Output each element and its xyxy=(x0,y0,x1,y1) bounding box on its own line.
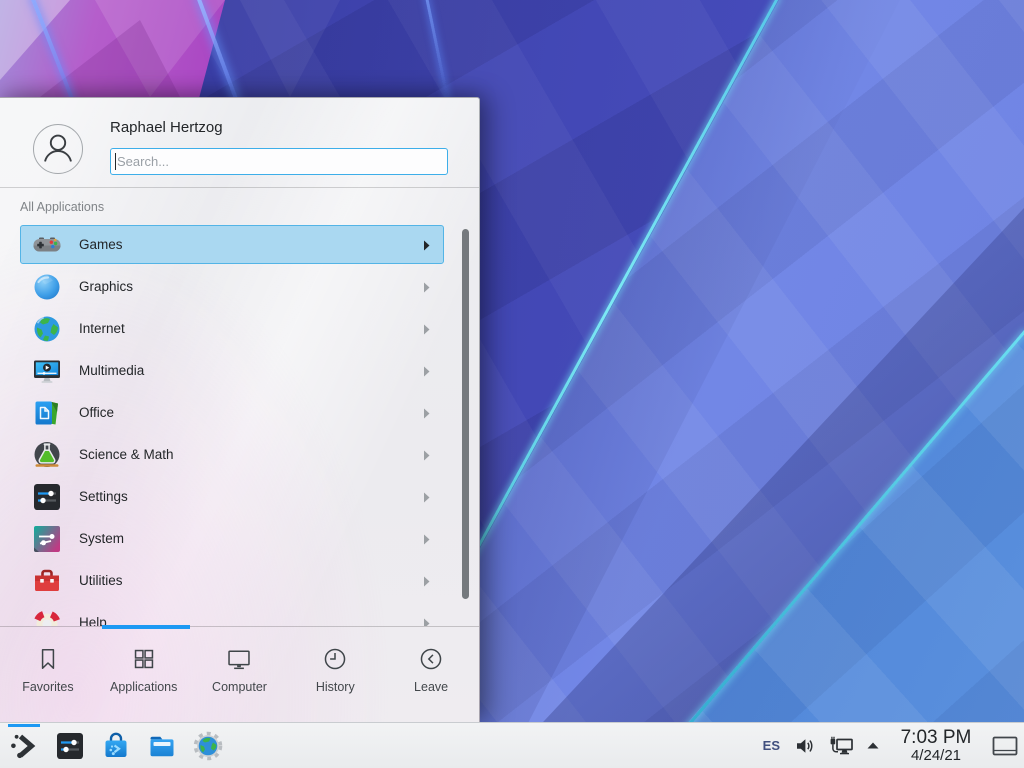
tab-label: Computer xyxy=(192,680,288,694)
graphics-ball-icon xyxy=(31,271,63,303)
submenu-arrow-icon xyxy=(423,576,430,587)
office-document-icon xyxy=(31,397,63,429)
submenu-arrow-icon xyxy=(423,366,430,377)
menu-item-multimedia[interactable]: Multimedia xyxy=(20,351,444,390)
menu-item-graphics[interactable]: Graphics xyxy=(20,267,444,306)
digital-clock[interactable]: 7:03 PM 4/24/21 xyxy=(892,727,980,764)
header-separator xyxy=(0,187,479,188)
menu-item-label: Settings xyxy=(79,478,128,515)
kickoff-tabbar: Favorites Applications C xyxy=(0,629,479,722)
keyboard-layout-indicator[interactable]: ES xyxy=(763,738,780,753)
application-category-list: Games Graphics xyxy=(0,219,479,626)
menu-item-internet[interactable]: Internet xyxy=(20,309,444,348)
search-input[interactable] xyxy=(110,148,448,175)
menu-item-system[interactable]: System xyxy=(20,519,444,558)
discover-icon xyxy=(100,730,132,762)
web-browser-button[interactable] xyxy=(192,730,224,762)
bookmark-icon xyxy=(35,646,61,672)
submenu-arrow-icon xyxy=(423,408,430,419)
menu-item-label: Internet xyxy=(79,310,125,347)
submenu-arrow-icon xyxy=(423,450,430,461)
folder-icon xyxy=(146,730,178,762)
tab-label: Favorites xyxy=(0,680,96,694)
submenu-arrow-icon xyxy=(423,618,430,626)
tab-label: Applications xyxy=(96,680,192,694)
kickoff-icon xyxy=(8,730,40,762)
section-label: All Applications xyxy=(20,200,104,214)
submenu-arrow-icon xyxy=(423,324,430,335)
list-scrollbar[interactable] xyxy=(462,229,469,599)
grid-icon xyxy=(131,646,157,672)
settings-sliders-icon xyxy=(31,481,63,513)
file-manager-button[interactable] xyxy=(146,730,178,762)
menu-item-utilities[interactable]: Utilities xyxy=(20,561,444,600)
menu-item-office[interactable]: Office xyxy=(20,393,444,432)
clock-icon xyxy=(322,646,348,672)
taskbar-launchers xyxy=(8,723,224,768)
submenu-arrow-icon xyxy=(423,534,430,545)
help-lifebuoy-icon xyxy=(31,607,63,626)
menu-item-label: Games xyxy=(79,226,123,263)
submenu-arrow-icon xyxy=(423,240,430,251)
tab-label: History xyxy=(287,680,383,694)
desktop: Raphael Hertzog All Applications xyxy=(0,0,1024,768)
discover-button[interactable] xyxy=(100,730,132,762)
menu-item-label: Office xyxy=(79,394,114,431)
expand-arrow-icon[interactable] xyxy=(866,741,880,750)
multimedia-monitor-icon xyxy=(31,355,63,387)
leave-icon xyxy=(418,646,444,672)
gamepad-icon xyxy=(31,229,63,261)
network-icon[interactable] xyxy=(829,735,855,757)
menu-item-science-math[interactable]: Science & Math xyxy=(20,435,444,474)
user-avatar[interactable] xyxy=(33,124,83,174)
taskbar-panel: ES xyxy=(0,722,1024,768)
tab-history[interactable]: History xyxy=(287,629,383,722)
tabbar-separator xyxy=(0,626,479,627)
clock-date: 4/24/21 xyxy=(911,748,961,764)
tab-applications[interactable]: Applications xyxy=(96,629,192,722)
tab-favorites[interactable]: Favorites xyxy=(0,629,96,722)
science-flask-icon xyxy=(31,439,63,471)
monitor-icon xyxy=(226,646,252,672)
submenu-arrow-icon xyxy=(423,492,430,503)
menu-item-settings[interactable]: Settings xyxy=(20,477,444,516)
globe-icon xyxy=(31,313,63,345)
menu-item-label: Help xyxy=(79,604,107,626)
system-settings-icon xyxy=(54,730,86,762)
menu-item-help[interactable]: Help xyxy=(20,603,444,626)
menu-item-label: Graphics xyxy=(79,268,133,305)
kickoff-menu: Raphael Hertzog All Applications xyxy=(0,97,480,722)
system-sliders-icon xyxy=(31,523,63,555)
show-desktop-icon xyxy=(991,734,1019,758)
user-name: Raphael Hertzog xyxy=(110,119,223,136)
menu-item-label: Science & Math xyxy=(79,436,174,473)
submenu-arrow-icon xyxy=(423,282,430,293)
text-caret xyxy=(115,153,116,170)
system-tray: ES xyxy=(763,723,1024,768)
clock-time: 7:03 PM xyxy=(901,727,972,748)
tab-label: Leave xyxy=(383,680,479,694)
menu-item-label: Utilities xyxy=(79,562,123,599)
menu-item-label: Multimedia xyxy=(79,352,144,389)
active-task-indicator xyxy=(8,724,40,727)
tab-computer[interactable]: Computer xyxy=(192,629,288,722)
tab-leave[interactable]: Leave xyxy=(383,629,479,722)
globe-gear-icon xyxy=(192,730,224,762)
menu-item-games[interactable]: Games xyxy=(20,225,444,264)
toolbox-icon xyxy=(31,565,63,597)
system-settings-button[interactable] xyxy=(54,730,86,762)
menu-item-label: System xyxy=(79,520,124,557)
show-desktop-button[interactable] xyxy=(988,723,1022,768)
volume-icon[interactable] xyxy=(794,735,816,757)
application-launcher-button[interactable] xyxy=(8,730,40,762)
